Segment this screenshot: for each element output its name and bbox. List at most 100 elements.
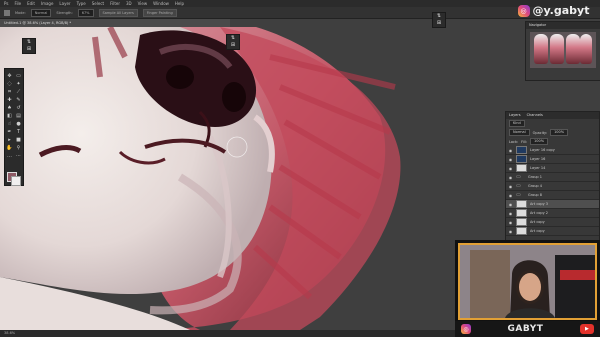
visibility-eye-icon[interactable]: ◉ xyxy=(508,184,513,189)
opacity-field[interactable]: 100% xyxy=(550,129,569,136)
lasso-tool-icon[interactable]: ◌ xyxy=(5,80,14,88)
floating-toolbar-middle: ⇅ ⊞ xyxy=(226,34,240,50)
visibility-eye-icon[interactable]: ◉ xyxy=(508,211,513,216)
floating-toolbar-right: ⇅ ⊞ xyxy=(432,12,446,28)
healing-tool-icon[interactable]: ✚ xyxy=(5,96,14,104)
menu-item[interactable]: Help xyxy=(175,0,184,7)
visibility-eye-icon[interactable]: ◉ xyxy=(508,175,513,180)
tab-channels[interactable]: Channels xyxy=(527,112,543,119)
folder-icon: ▭ xyxy=(516,183,521,189)
fill-field[interactable]: 100% xyxy=(530,138,549,145)
shape-tool-icon[interactable]: ■ xyxy=(14,136,23,144)
gradient-tool-icon[interactable]: ▤ xyxy=(14,112,23,120)
blend-row: Normal Opacity: 100% xyxy=(506,128,599,137)
layer-row[interactable]: ◉ Layer 14 xyxy=(506,164,599,173)
stamp-tool-icon[interactable]: ♠ xyxy=(5,104,14,112)
webcam-overlay: ◎ GABYT ▶ xyxy=(455,240,600,337)
folder-icon: ▭ xyxy=(516,174,521,180)
menu-item[interactable]: View xyxy=(138,0,148,7)
handle-text: @y.gabyt xyxy=(532,4,590,17)
strength-label: Strength: xyxy=(56,10,73,15)
visibility-eye-icon[interactable]: ◉ xyxy=(508,166,513,171)
marquee-tool-icon[interactable]: ▭ xyxy=(14,72,23,80)
visibility-eye-icon[interactable]: ◉ xyxy=(508,202,513,207)
layer-row[interactable]: ◉ ▭ Group 4 xyxy=(506,182,599,191)
wand-tool-icon[interactable]: ✦ xyxy=(14,80,23,88)
background-color-swatch[interactable] xyxy=(11,176,21,186)
mode-select[interactable]: Normal xyxy=(30,8,52,17)
smudge-tool-icon[interactable]: ☝ xyxy=(5,120,14,128)
tab-navigator[interactable]: Navigator xyxy=(529,22,546,29)
layer-row[interactable]: ◉ ▭ Group 8 xyxy=(506,191,599,200)
sample-all-layers-checkbox[interactable]: Sample All Layers xyxy=(98,8,138,17)
layer-name: Group 8 xyxy=(528,193,542,197)
fill-label: Fill: xyxy=(521,139,528,144)
menu-item[interactable]: Ps xyxy=(4,0,8,7)
status-bar: 38.6% xyxy=(0,330,505,337)
edit-toolbar-icon[interactable]: ⋯ xyxy=(14,152,23,160)
layer-row[interactable]: ◉ Art copy xyxy=(506,227,599,236)
layer-row[interactable]: ◉ Art copy xyxy=(506,218,599,227)
menu-item[interactable]: 3D xyxy=(126,0,132,7)
dodge-tool-icon[interactable]: ● xyxy=(14,120,23,128)
document-tab[interactable]: Untitled-1 @ 38.6% (Layer 4, RGB/8) * xyxy=(0,19,230,27)
crop-tool-icon[interactable]: ⌗ xyxy=(5,88,14,96)
hand-tool-icon[interactable]: ✋ xyxy=(5,144,14,152)
tool-preset-icon[interactable] xyxy=(4,9,10,16)
mode-label: Mode: xyxy=(15,10,26,15)
layer-kind-filter[interactable]: Kind xyxy=(509,120,525,127)
visibility-eye-icon[interactable]: ◉ xyxy=(508,148,513,153)
layer-row[interactable]: ◉ Art copy 3 xyxy=(506,200,599,209)
arrange-icon[interactable]: ⇅ xyxy=(433,13,445,20)
navigator-thumbnail[interactable] xyxy=(530,32,596,68)
layer-row[interactable]: ◉ Layer 16 xyxy=(506,155,599,164)
menu-item[interactable]: Edit xyxy=(27,0,35,7)
eyedropper-tool-icon[interactable]: ⟋ xyxy=(14,88,23,96)
strength-field[interactable]: 67% xyxy=(77,8,94,17)
menu-item[interactable]: Type xyxy=(77,0,86,7)
path-select-icon[interactable]: ▸ xyxy=(5,136,14,144)
visibility-eye-icon[interactable]: ◉ xyxy=(508,193,513,198)
webcam-brand-bar: ◎ GABYT ▶ xyxy=(455,321,600,337)
type-tool-icon[interactable]: T xyxy=(14,128,23,136)
thumb-figure xyxy=(534,34,548,64)
grid-icon[interactable]: ⊞ xyxy=(433,20,445,27)
layer-row[interactable]: ◉ ▭ Group 1 xyxy=(506,173,599,182)
blend-mode-select[interactable]: Normal xyxy=(509,129,530,136)
lock-row: Lock: Fill: 100% xyxy=(506,137,599,146)
layer-name: Layer 16 copy xyxy=(530,148,555,152)
zoom-tool-icon[interactable]: ⚲ xyxy=(14,144,23,152)
more-tools-icon[interactable]: … xyxy=(5,152,14,160)
youtube-icon: ▶ xyxy=(579,324,594,334)
finger-painting-checkbox[interactable]: Finger Painting xyxy=(142,8,177,17)
arrange-icon[interactable]: ⇅ xyxy=(227,35,239,42)
menu-item[interactable]: Image xyxy=(41,0,54,7)
layer-name: Group 1 xyxy=(528,175,542,179)
move-tool-icon[interactable]: ✥ xyxy=(5,72,14,80)
artwork-canvas[interactable] xyxy=(0,27,505,330)
layer-name: Art copy 3 xyxy=(530,202,549,206)
menu-item[interactable]: Filter xyxy=(110,0,120,7)
visibility-eye-icon[interactable]: ◉ xyxy=(508,220,513,225)
history-brush-icon[interactable]: ↺ xyxy=(14,104,23,112)
layers-tabs: Layers Channels xyxy=(506,112,599,119)
layer-name: Art copy 2 xyxy=(530,211,549,215)
lock-label: Lock: xyxy=(509,139,519,144)
layer-thumbnail xyxy=(516,155,527,163)
layer-row[interactable]: ◉ Layer 16 copy xyxy=(506,146,599,155)
eraser-tool-icon[interactable]: ◧ xyxy=(5,112,14,120)
layer-thumbnail xyxy=(516,146,527,154)
arrange-icon[interactable]: ⇅ xyxy=(23,39,35,46)
layer-name: Layer 16 xyxy=(530,157,546,161)
menu-item[interactable]: Window xyxy=(153,0,169,7)
visibility-eye-icon[interactable]: ◉ xyxy=(508,229,513,234)
grid-icon[interactable]: ⊞ xyxy=(23,46,35,53)
pen-tool-icon[interactable]: ✒ xyxy=(5,128,14,136)
tab-layers[interactable]: Layers xyxy=(509,112,521,119)
grid-icon[interactable]: ⊞ xyxy=(227,42,239,49)
brush-tool-icon[interactable]: ✎ xyxy=(14,96,23,104)
menu-item[interactable]: Select xyxy=(92,0,104,7)
layers-panel: Layers Channels Kind Normal Opacity: 100… xyxy=(505,111,600,242)
visibility-eye-icon[interactable]: ◉ xyxy=(508,157,513,162)
layer-row[interactable]: ◉ Art copy 2 xyxy=(506,209,599,218)
